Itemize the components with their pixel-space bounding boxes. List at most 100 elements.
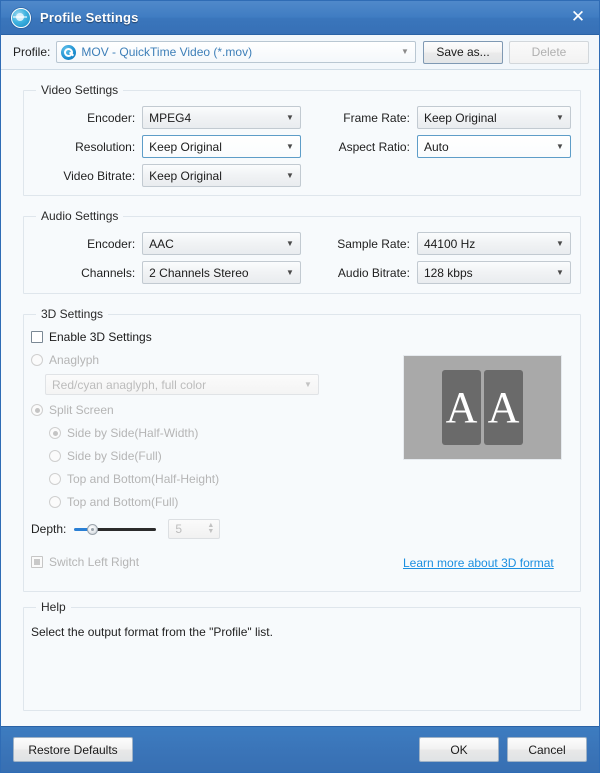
video-bitrate-value: Keep Original (149, 168, 222, 183)
ok-button[interactable]: OK (419, 737, 499, 762)
help-text: Select the output format from the "Profi… (31, 625, 273, 639)
video-resolution-row: Resolution: Keep Original ▼ (31, 135, 301, 158)
profile-label: Profile: (13, 45, 51, 59)
app-globe-icon (11, 7, 31, 28)
split-option-label: Side by Side(Half-Width) (67, 426, 199, 440)
audio-bitrate-select[interactable]: 128 kbps ▼ (416, 261, 571, 284)
radio-icon (49, 427, 61, 439)
preview-panel-left: A (442, 370, 481, 445)
depth-label: Depth: (31, 522, 67, 536)
checkbox-icon (31, 331, 43, 343)
footer-bar: Restore Defaults OK Cancel (1, 726, 599, 772)
profile-settings-dialog: Profile Settings ✕ Profile: MOV - QuickT… (0, 0, 600, 773)
audio-encoder-row: Encoder: AAC ▼ (31, 232, 301, 255)
split-screen-label: Split Screen (49, 403, 114, 417)
frame-rate-row: Frame Rate: Keep Original ▼ (311, 106, 571, 129)
dialog-body: Video Settings Encoder: MPEG4 ▼ Resoluti… (1, 70, 599, 726)
chevron-down-icon: ▼ (556, 267, 564, 277)
help-group: Help (23, 600, 581, 711)
window-title: Profile Settings (40, 10, 139, 25)
audio-encoder-value: AAC (149, 236, 174, 251)
delete-button[interactable]: Delete (509, 40, 589, 64)
video-settings-title: Video Settings (36, 83, 124, 97)
save-as-button[interactable]: Save as... (423, 40, 503, 64)
chevron-down-icon: ▼ (556, 141, 564, 151)
switch-left-right-label: Switch Left Right (49, 555, 140, 569)
stepper-arrows-icon[interactable]: ▲ ▼ (204, 522, 217, 535)
split-option-label: Side by Side(Full) (67, 449, 162, 463)
audio-channels-select[interactable]: 2 Channels Stereo ▼ (142, 261, 301, 284)
chevron-down-icon: ▼ (304, 379, 312, 389)
split-option-top-bottom-full[interactable]: Top and Bottom(Full) (49, 495, 178, 509)
help-title: Help (36, 600, 71, 614)
sample-rate-value: 44100 Hz (423, 236, 476, 251)
sample-rate-row: Sample Rate: 44100 Hz ▼ (311, 232, 571, 255)
audio-channels-label: Channels: (81, 265, 136, 280)
aspect-ratio-label: Aspect Ratio: (338, 139, 410, 154)
profile-bar: Profile: MOV - QuickTime Video (*.mov) ▼… (1, 35, 599, 70)
cancel-button[interactable]: Cancel (507, 737, 587, 762)
video-encoder-select[interactable]: MPEG4 ▼ (142, 106, 301, 129)
sample-rate-select[interactable]: 44100 Hz ▼ (416, 232, 571, 255)
audio-encoder-select[interactable]: AAC ▼ (142, 232, 301, 255)
video-encoder-label: Encoder: (87, 110, 136, 125)
video-encoder-row: Encoder: MPEG4 ▼ (31, 106, 301, 129)
anaglyph-select[interactable]: Red/cyan anaglyph, full color ▼ (45, 374, 319, 395)
chevron-down-icon: ▼ (556, 238, 564, 248)
three-d-settings-title: 3D Settings (36, 307, 109, 321)
depth-slider[interactable] (74, 523, 157, 535)
aspect-ratio-select[interactable]: Auto ▼ (416, 135, 571, 158)
profile-select[interactable]: MOV - QuickTime Video (*.mov) ▼ (56, 41, 416, 63)
learn-more-3d-link[interactable]: Learn more about 3D format (403, 556, 554, 570)
video-bitrate-select[interactable]: Keep Original ▼ (142, 164, 301, 187)
preview-panel-right: A (484, 370, 523, 445)
chevron-down-icon: ▼ (286, 170, 294, 180)
anaglyph-value: Red/cyan anaglyph, full color (52, 377, 207, 392)
aspect-ratio-row: Aspect Ratio: Auto ▼ (311, 135, 571, 158)
radio-icon (49, 450, 61, 462)
video-bitrate-label: Video Bitrate: (63, 168, 136, 183)
split-option-side-by-side-full[interactable]: Side by Side(Full) (49, 449, 162, 463)
audio-settings-title: Audio Settings (36, 209, 124, 223)
video-resolution-select[interactable]: Keep Original ▼ (142, 135, 301, 158)
split-screen-radio[interactable]: Split Screen (31, 403, 114, 417)
audio-bitrate-value: 128 kbps (423, 265, 473, 280)
audio-channels-value: 2 Channels Stereo (149, 265, 249, 280)
radio-icon (31, 404, 43, 416)
close-icon[interactable]: ✕ (565, 6, 591, 30)
depth-slider-track (92, 528, 157, 531)
video-encoder-value: MPEG4 (149, 110, 192, 125)
aspect-ratio-value: Auto (423, 139, 449, 154)
stepper-down-icon[interactable]: ▼ (207, 528, 214, 535)
chevron-down-icon: ▼ (401, 47, 409, 56)
video-bitrate-row: Video Bitrate: Keep Original ▼ (31, 164, 301, 187)
three-d-preview: A A (403, 355, 562, 460)
frame-rate-value: Keep Original (423, 110, 497, 125)
split-option-side-by-side-half[interactable]: Side by Side(Half-Width) (49, 426, 198, 440)
anaglyph-label: Anaglyph (49, 353, 100, 367)
audio-bitrate-label: Audio Bitrate: (337, 265, 410, 280)
enable-3d-label: Enable 3D Settings (49, 330, 152, 344)
chevron-down-icon: ▼ (286, 141, 294, 151)
video-resolution-value: Keep Original (149, 139, 222, 154)
chevron-down-icon: ▼ (286, 267, 294, 277)
anaglyph-radio[interactable]: Anaglyph (31, 353, 99, 367)
video-resolution-label: Resolution: (75, 139, 136, 154)
quicktime-icon (61, 44, 77, 60)
depth-slider-handle[interactable] (87, 524, 99, 535)
radio-icon (31, 354, 43, 366)
title-bar: Profile Settings ✕ (1, 1, 599, 35)
frame-rate-label: Frame Rate: (343, 110, 410, 125)
frame-rate-select[interactable]: Keep Original ▼ (416, 106, 571, 129)
restore-defaults-button[interactable]: Restore Defaults (13, 737, 133, 762)
depth-stepper[interactable]: 5 ▲ ▼ (168, 519, 221, 539)
split-option-top-bottom-half[interactable]: Top and Bottom(Half-Height) (49, 472, 219, 486)
chevron-down-icon: ▼ (556, 112, 564, 122)
radio-icon (49, 496, 61, 508)
split-option-label: Top and Bottom(Half-Height) (67, 472, 220, 486)
checkbox-icon (31, 556, 43, 568)
switch-left-right-checkbox[interactable]: Switch Left Right (31, 555, 139, 569)
audio-bitrate-row: Audio Bitrate: 128 kbps ▼ (311, 261, 571, 284)
audio-encoder-label: Encoder: (87, 236, 136, 251)
enable-3d-checkbox[interactable]: Enable 3D Settings (31, 330, 152, 344)
